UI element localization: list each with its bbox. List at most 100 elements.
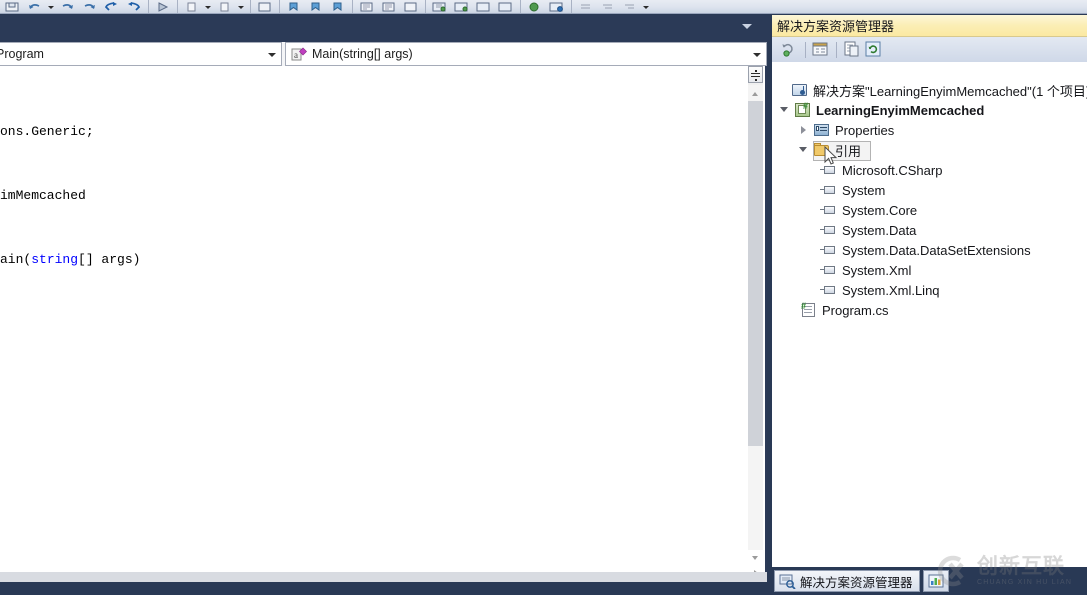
toolbar-indent-icon[interactable] xyxy=(400,0,422,13)
toolbar-platform-dropdown-icon[interactable] xyxy=(236,0,247,13)
refresh-solution-icon[interactable] xyxy=(863,40,885,60)
tab-label: 解决方案资源管理器 xyxy=(800,572,913,591)
tree-item-label: System.Data xyxy=(842,223,916,238)
toolbar-align-center-icon[interactable] xyxy=(597,0,619,13)
reference-icon xyxy=(820,242,838,258)
toolbar-uncomment-icon[interactable] xyxy=(378,0,400,13)
toolbar-config-box-icon[interactable] xyxy=(181,0,203,13)
scrollbar-track[interactable] xyxy=(748,101,763,550)
member-dropdown-value: Main(string[] args) xyxy=(308,47,413,61)
tree-item-reference[interactable]: System.Xml.Linq xyxy=(772,280,1087,300)
toolbar-solution-explorer-icon[interactable] xyxy=(429,0,451,13)
chevron-right-icon[interactable] xyxy=(797,120,810,140)
solution-tree[interactable]: 解决方案"LearningEnyimMemcached"(1 个项目) # Le… xyxy=(772,62,1087,567)
toolbar-redo2-icon[interactable] xyxy=(79,0,101,13)
tree-item-label: System.Core xyxy=(842,203,917,218)
toolbar-align-left-icon[interactable] xyxy=(575,0,597,13)
type-dropdown-value: Program xyxy=(0,47,44,61)
tree-item-reference[interactable]: System.Data xyxy=(772,220,1087,240)
svg-text:a: a xyxy=(294,50,298,60)
toolbar-bookmark-toggle-icon[interactable] xyxy=(327,0,349,13)
toolbar-redo-icon[interactable] xyxy=(57,0,79,13)
toolbar-separator xyxy=(568,0,575,13)
reference-icon xyxy=(820,182,838,198)
tree-item-properties[interactable]: Properties xyxy=(772,120,1087,140)
tree-item-references[interactable]: 引用 xyxy=(772,140,1087,160)
tab-solution-explorer[interactable]: 解决方案资源管理器 xyxy=(774,570,920,592)
toolbar-bookmark-prev-icon[interactable] xyxy=(283,0,305,13)
editor-body: Program a Main(string[] args) xyxy=(0,42,767,582)
toolbar-config-dropdown-icon[interactable] xyxy=(203,0,214,13)
split-view-handle[interactable] xyxy=(748,66,763,83)
refresh-icon[interactable] xyxy=(779,40,801,60)
tree-item-reference[interactable]: System.Core xyxy=(772,200,1087,220)
toolbar-find-box-icon[interactable] xyxy=(254,0,276,13)
code-text: ons.Generic; xyxy=(0,124,94,139)
toolbar-server-explorer-icon[interactable] xyxy=(546,0,568,13)
properties-folder-icon xyxy=(813,122,831,138)
code-line: imMemcached xyxy=(0,188,86,203)
tree-item-label: Program.cs xyxy=(822,303,888,318)
toolbar-toolbox-icon[interactable] xyxy=(473,0,495,13)
solution-explorer-icon xyxy=(779,573,796,589)
type-dropdown[interactable]: Program xyxy=(0,42,282,66)
member-dropdown[interactable]: a Main(string[] args) xyxy=(285,42,767,66)
tree-item-label: LearningEnyimMemcached xyxy=(816,103,984,118)
tree-item-file[interactable]: # Program.cs xyxy=(772,300,1087,320)
toolbar-object-browser-icon[interactable] xyxy=(524,0,546,13)
code-text: [] args) xyxy=(78,252,140,267)
editor-vertical-scrollbar[interactable] xyxy=(748,66,763,582)
chevron-down-icon[interactable] xyxy=(268,53,276,57)
toolbar-save-icon[interactable] xyxy=(2,0,24,13)
toolbar-start-debug-icon[interactable] xyxy=(152,0,174,13)
toolbar-platform-box-icon[interactable] xyxy=(214,0,236,13)
toolbar-navigate-forward-icon[interactable] xyxy=(123,0,145,13)
tree-item-label: System.Xml xyxy=(842,263,911,278)
toolbar-comment-icon[interactable] xyxy=(356,0,378,13)
tree-item-reference[interactable]: System.Data.DataSetExtensions xyxy=(772,240,1087,260)
toolbar-undo-icon[interactable] xyxy=(24,0,46,13)
toolbar-bookmark-next-icon[interactable] xyxy=(305,0,327,13)
tree-item-label: Properties xyxy=(835,123,894,138)
toolbar-separator xyxy=(422,0,429,13)
toolbar-undo-dropdown-icon[interactable] xyxy=(46,0,57,13)
tree-item-reference[interactable]: System.Xml xyxy=(772,260,1087,280)
tree-item-project[interactable]: # LearningEnyimMemcached xyxy=(772,100,1087,120)
solution-explorer-panel: 解决方案资源管理器 xyxy=(772,15,1087,595)
reference-icon xyxy=(820,282,838,298)
tree-item-label: 解决方案"LearningEnyimMemcached"(1 个项目) xyxy=(813,81,1087,100)
tree-item-reference[interactable]: Microsoft.CSharp xyxy=(772,160,1087,180)
show-all-files-icon[interactable] xyxy=(841,40,863,60)
editor-tabstrip[interactable] xyxy=(0,15,770,42)
tree-item-solution[interactable]: 解决方案"LearningEnyimMemcached"(1 个项目) xyxy=(772,80,1087,100)
tree-item-label: System.Data.DataSetExtensions xyxy=(842,243,1031,258)
scrollbar-thumb[interactable] xyxy=(748,101,763,446)
panel-tabbar[interactable]: 解决方案资源管理器 xyxy=(772,567,1087,595)
main-toolbar[interactable] xyxy=(0,0,1087,14)
editor-navigation-bar: Program a Main(string[] args) xyxy=(0,42,767,66)
toolbar-align-right-icon[interactable] xyxy=(619,0,641,13)
csharp-project-icon: # xyxy=(794,102,812,118)
chevron-down-icon[interactable] xyxy=(742,24,752,29)
tree-item-reference[interactable]: System xyxy=(772,180,1087,200)
chevron-down-icon[interactable] xyxy=(778,100,791,120)
toolbar-navigate-back-icon[interactable] xyxy=(101,0,123,13)
chevron-down-icon[interactable] xyxy=(797,140,810,160)
scrollbar-down-arrow[interactable] xyxy=(748,550,763,566)
toolbar-separator xyxy=(174,0,181,13)
method-icon: a xyxy=(291,46,308,62)
properties-window-icon[interactable] xyxy=(810,40,832,60)
references-folder-icon xyxy=(813,142,831,158)
toolbar-error-list-icon[interactable] xyxy=(495,0,517,13)
tab-class-view[interactable] xyxy=(923,570,949,592)
toolbar-properties-window-icon[interactable] xyxy=(451,0,473,13)
code-text: imMemcached xyxy=(0,188,86,203)
solution-explorer-toolbar[interactable] xyxy=(772,37,1087,62)
editor-horizontal-scrollbar[interactable] xyxy=(0,572,767,582)
toolbar-overflow-icon[interactable] xyxy=(641,0,652,13)
scrollbar-up-arrow[interactable] xyxy=(748,85,763,101)
chevron-down-icon[interactable] xyxy=(753,53,761,57)
reference-icon xyxy=(820,222,838,238)
code-editor-surface[interactable]: ons.Generic; imMemcached ain(string[] ar… xyxy=(0,66,750,582)
reference-icon xyxy=(820,162,838,178)
